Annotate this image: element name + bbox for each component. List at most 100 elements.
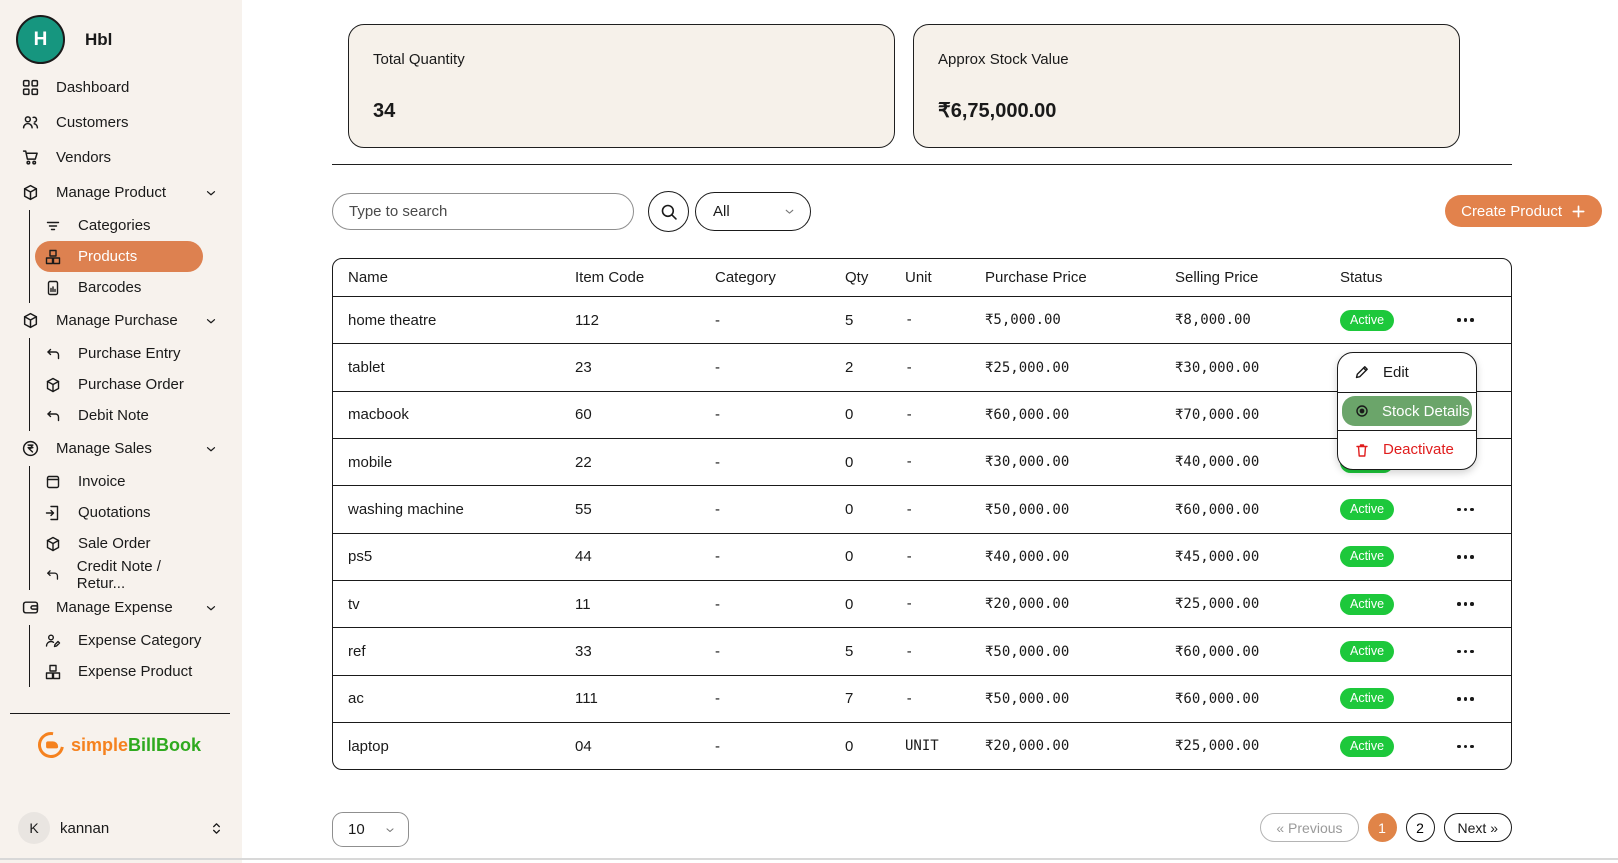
return-arrow-icon [45, 567, 60, 583]
cell-qty: 0 [830, 406, 890, 423]
sidebar-item-expense-category[interactable]: Expense Category [35, 625, 203, 656]
table-row: macbook 60 - 0 - ₹60,000.00 ₹70,000.00 A… [333, 391, 1511, 438]
cell-qty: 5 [830, 643, 890, 660]
row-context-menu: Edit Stock Details Deactivate [1337, 352, 1477, 470]
search-input[interactable] [332, 193, 634, 230]
workspace-header[interactable]: H Hbl [16, 15, 112, 64]
sidebar-item-label: Categories [78, 217, 151, 234]
cell-status: Active [1325, 641, 1420, 662]
header-selling-price: Selling Price [1160, 269, 1325, 286]
sidebar-group-label: Manage Product [56, 184, 187, 201]
sidebar-item-invoice[interactable]: Invoice [35, 466, 203, 497]
sidebar-group-manage-expense[interactable]: Manage Expense [0, 590, 242, 625]
cell-purchase-price: ₹60,000.00 [970, 407, 1160, 423]
sidebar-item-sale-order[interactable]: Sale Order [35, 528, 203, 559]
invoice-icon [45, 474, 61, 490]
filter-select[interactable]: All [695, 192, 811, 231]
sidebar-item-dashboard[interactable]: Dashboard [0, 70, 242, 105]
sidebar-nav: Dashboard Customers Vendors Manage Produ… [0, 70, 242, 687]
boxes-icon [45, 664, 61, 680]
sidebar-item-label: Expense Category [78, 632, 201, 649]
cell-selling-price: ₹8,000.00 [1160, 312, 1325, 328]
sidebar-item-quotations[interactable]: Quotations [35, 497, 203, 528]
user-menu[interactable]: K kannan [18, 812, 224, 844]
menu-item-stock-details[interactable]: Stock Details [1338, 392, 1476, 431]
menu-item-deactivate[interactable]: Deactivate [1338, 430, 1476, 469]
cell-category: - [700, 738, 830, 755]
updown-chevron-icon [209, 821, 224, 836]
bottom-scroll-track[interactable] [0, 858, 1618, 860]
cell-name: washing machine [333, 501, 560, 518]
total-quantity-card: Total Quantity 34 [348, 24, 895, 148]
menu-item-edit[interactable]: Edit [1338, 353, 1476, 392]
row-actions-button[interactable] [1420, 318, 1511, 322]
rupee-circle-icon [22, 440, 39, 457]
sidebar-group-manage-product[interactable]: Manage Product [0, 175, 242, 210]
cell-selling-price: ₹70,000.00 [1160, 407, 1325, 423]
sidebar-item-vendors[interactable]: Vendors [0, 140, 242, 175]
sidebar-item-barcodes[interactable]: Barcodes [35, 272, 203, 303]
next-page-button[interactable]: Next » [1444, 813, 1512, 842]
table-row: ref 33 - 5 - ₹50,000.00 ₹60,000.00 Activ… [333, 627, 1511, 674]
sidebar-item-label: Products [78, 248, 137, 265]
cell-purchase-price: ₹5,000.00 [970, 312, 1160, 328]
sidebar-item-expense-product[interactable]: Expense Product [35, 656, 203, 687]
create-product-button[interactable]: Create Product [1445, 195, 1602, 227]
row-actions-button[interactable] [1420, 650, 1511, 654]
sidebar-item-credit-note[interactable]: Credit Note / Retur... [35, 559, 203, 590]
table-row: ps5 44 - 0 - ₹40,000.00 ₹45,000.00 Activ… [333, 533, 1511, 580]
sidebar-group-manage-purchase[interactable]: Manage Purchase [0, 303, 242, 338]
sidebar-item-customers[interactable]: Customers [0, 105, 242, 140]
sidebar-item-products[interactable]: Products [35, 241, 203, 272]
cell-name: ps5 [333, 548, 560, 565]
status-badge: Active [1340, 499, 1394, 520]
status-badge: Active [1340, 688, 1394, 709]
sidebar-item-purchase-entry[interactable]: Purchase Entry [35, 338, 203, 369]
search-icon [660, 203, 678, 221]
sidebar-item-debit-note[interactable]: Debit Note [35, 400, 203, 431]
cell-unit: - [890, 596, 970, 612]
header-name: Name [333, 269, 560, 286]
page-button-1[interactable]: 1 [1368, 813, 1397, 842]
status-badge: Active [1340, 310, 1394, 331]
cell-qty: 0 [830, 596, 890, 613]
row-actions-button[interactable] [1420, 745, 1511, 749]
eye-icon [1354, 403, 1370, 419]
sidebar-item-categories[interactable]: Categories [35, 210, 203, 241]
chevron-down-icon [204, 442, 218, 456]
cell-purchase-price: ₹30,000.00 [970, 454, 1160, 470]
cell-selling-price: ₹40,000.00 [1160, 454, 1325, 470]
page-button-2[interactable]: 2 [1406, 813, 1435, 842]
status-badge: Active [1340, 546, 1394, 567]
main-content: Total Quantity 34 Approx Stock Value ₹6,… [242, 0, 1618, 863]
cell-item-code: 112 [560, 312, 700, 329]
cell-status: Active [1325, 546, 1420, 567]
row-actions-button[interactable] [1420, 602, 1511, 606]
user-avatar: K [18, 812, 50, 844]
cell-unit: - [890, 454, 970, 470]
cell-category: - [700, 643, 830, 660]
previous-page-button[interactable]: « Previous [1260, 813, 1358, 842]
cell-item-code: 23 [560, 359, 700, 376]
page-size-select[interactable]: 10 [332, 812, 409, 847]
cell-name: mobile [333, 454, 560, 471]
submenu-manage-product: Categories Products Barcodes [29, 210, 242, 303]
cell-category: - [700, 501, 830, 518]
cell-qty: 0 [830, 738, 890, 755]
sidebar-group-manage-sales[interactable]: Manage Sales [0, 431, 242, 466]
row-actions-button[interactable] [1420, 555, 1511, 559]
sidebar-item-label: Quotations [78, 504, 151, 521]
header-status: Status [1325, 269, 1420, 286]
cell-qty: 5 [830, 312, 890, 329]
cell-status: Active [1325, 688, 1420, 709]
cell-selling-price: ₹25,000.00 [1160, 738, 1325, 754]
row-actions-button[interactable] [1420, 508, 1511, 512]
row-actions-button[interactable] [1420, 697, 1511, 701]
cell-category: - [700, 454, 830, 471]
cart-icon [22, 149, 39, 166]
search-button[interactable] [648, 191, 689, 232]
cell-selling-price: ₹60,000.00 [1160, 644, 1325, 660]
sidebar-item-label: Credit Note / Retur... [77, 558, 203, 592]
cell-unit: - [890, 549, 970, 565]
sidebar-item-purchase-order[interactable]: Purchase Order [35, 369, 203, 400]
